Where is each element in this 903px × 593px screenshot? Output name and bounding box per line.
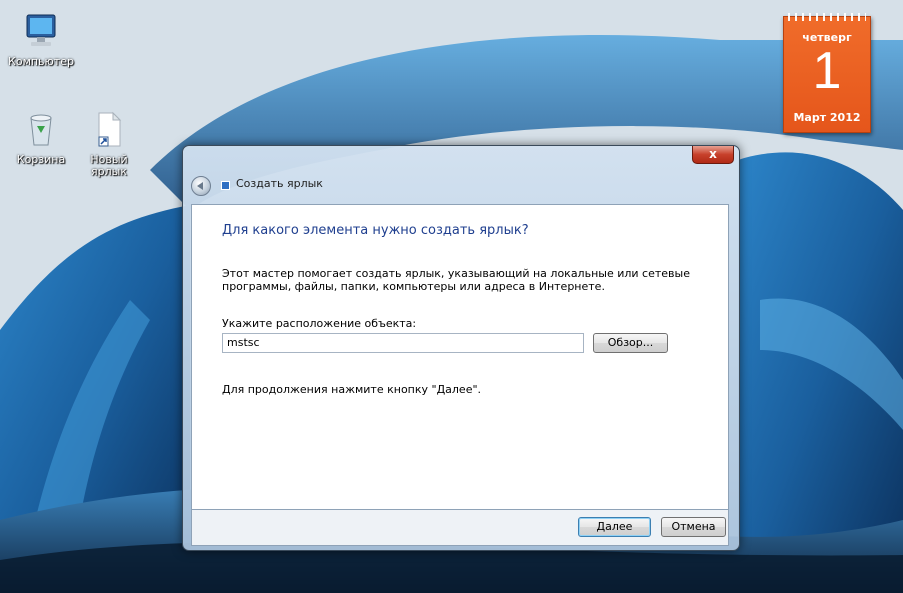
desktop-icon-label: Новый ярлык [90,153,128,178]
continue-hint: Для продолжения нажмите кнопку "Далее". [222,383,482,396]
calendar-binding-rings [788,13,866,21]
desktop: Компьютер Корзина Новый ярлык четверг 1 [0,0,903,593]
wizard-content: Для какого элемента нужно создать ярлык?… [191,204,729,510]
recycle-bin-icon [6,110,76,151]
back-button[interactable] [191,176,211,196]
calendar-gadget[interactable]: четверг 1 Март 2012 [783,13,871,133]
desktop-icon-computer[interactable]: Компьютер [6,12,76,68]
location-input[interactable]: mstsc [222,333,584,353]
desktop-icon-label: Компьютер [8,55,74,68]
wizard-description: Этот мастер помогает создать ярлык, указ… [222,267,690,293]
wizard-heading: Для какого элемента нужно создать ярлык? [222,223,529,238]
browse-button[interactable]: Обзор... [593,333,668,353]
create-shortcut-dialog: x Создать ярлык Для какого элемента нужн… [182,145,740,551]
calendar-day-number: 1 [812,42,842,100]
desktop-icon-label: Корзина [16,153,66,166]
next-button[interactable]: Далее [578,517,651,537]
wizard-footer: Далее Отмена [191,510,729,546]
desktop-icon-recycle-bin[interactable]: Корзина [6,110,76,166]
shortcut-title-icon [221,181,230,190]
computer-icon [6,12,76,53]
cancel-button[interactable]: Отмена [661,517,726,537]
close-button[interactable]: x [692,146,734,164]
dialog-title: Создать ярлык [236,177,323,190]
desktop-icon-new-shortcut[interactable]: Новый ярлык [74,110,144,178]
shortcut-file-icon [74,110,144,151]
location-label: Укажите расположение объекта: [222,317,417,330]
calendar-month-year: Март 2012 [793,111,861,124]
